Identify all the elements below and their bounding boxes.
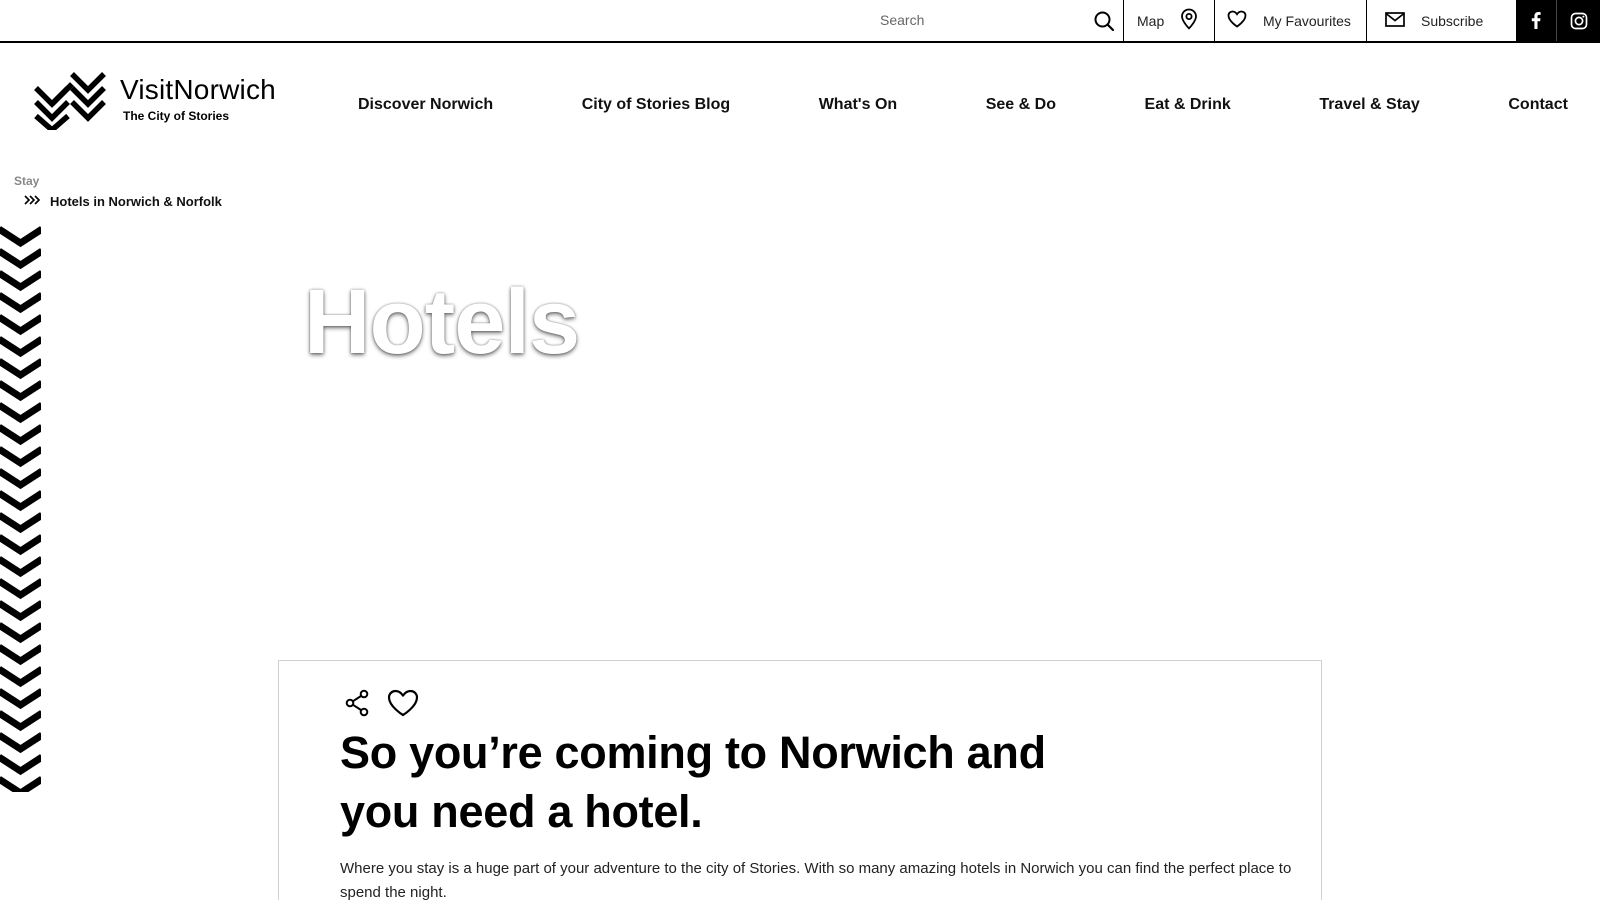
subscribe-link[interactable]: Subscribe — [1366, 0, 1516, 41]
site-logo[interactable]: VisitNorwich The City of Stories — [34, 72, 276, 130]
map-pin-icon — [1180, 8, 1198, 33]
map-link[interactable]: Map — [1123, 0, 1214, 41]
breadcrumb-chevron-icon — [24, 192, 41, 210]
share-icon[interactable] — [341, 687, 373, 719]
favourite-heart-icon[interactable] — [387, 687, 419, 719]
intro-card: So you’re coming to Norwich and you need… — [278, 660, 1322, 900]
nav-whats-on[interactable]: What's On — [819, 96, 897, 114]
breadcrumb-parent[interactable]: Stay — [14, 174, 39, 188]
main-nav: Discover Norwich City of Stories Blog Wh… — [358, 90, 1568, 120]
hero-title: Hotels — [304, 271, 580, 373]
nav-see-and-do[interactable]: See & Do — [986, 96, 1056, 114]
subscribe-label: Subscribe — [1421, 12, 1484, 29]
logo-tagline: The City of Stories — [123, 109, 230, 123]
map-label: Map — [1137, 12, 1165, 29]
nav-travel-and-stay[interactable]: Travel & Stay — [1319, 96, 1420, 114]
logo-name: VisitNorwich — [120, 74, 276, 105]
card-actions — [341, 687, 419, 719]
favourites-link[interactable]: My Favourites — [1214, 0, 1366, 41]
logo-text: VisitNorwich The City of Stories — [120, 72, 276, 124]
envelope-icon — [1385, 11, 1405, 30]
heart-icon — [1227, 10, 1247, 31]
nav-eat-and-drink[interactable]: Eat & Drink — [1145, 96, 1231, 114]
chevron-pattern-icon — [0, 226, 41, 792]
nav-contact[interactable]: Contact — [1508, 96, 1568, 114]
card-heading: So you’re coming to Norwich and you need… — [340, 727, 1046, 837]
nav-discover-norwich[interactable]: Discover Norwich — [358, 96, 493, 114]
favourites-label: My Favourites — [1263, 12, 1351, 29]
search-icon[interactable] — [1092, 9, 1116, 33]
breadcrumb-current: Hotels in Norwich & Norfolk — [50, 193, 222, 209]
logo-chevrons-icon — [34, 72, 106, 130]
search-box — [860, 0, 1122, 41]
instagram-icon[interactable] — [1557, 0, 1600, 41]
facebook-icon[interactable] — [1516, 0, 1557, 41]
search-input[interactable] — [860, 6, 1080, 34]
utility-bar: Map My Favourites Subscribe — [0, 0, 1600, 43]
card-body-text: Where you stay is a huge part of your ad… — [340, 860, 1292, 900]
nav-city-of-stories-blog[interactable]: City of Stories Blog — [582, 96, 730, 114]
breadcrumb: Hotels in Norwich & Norfolk — [24, 192, 222, 210]
